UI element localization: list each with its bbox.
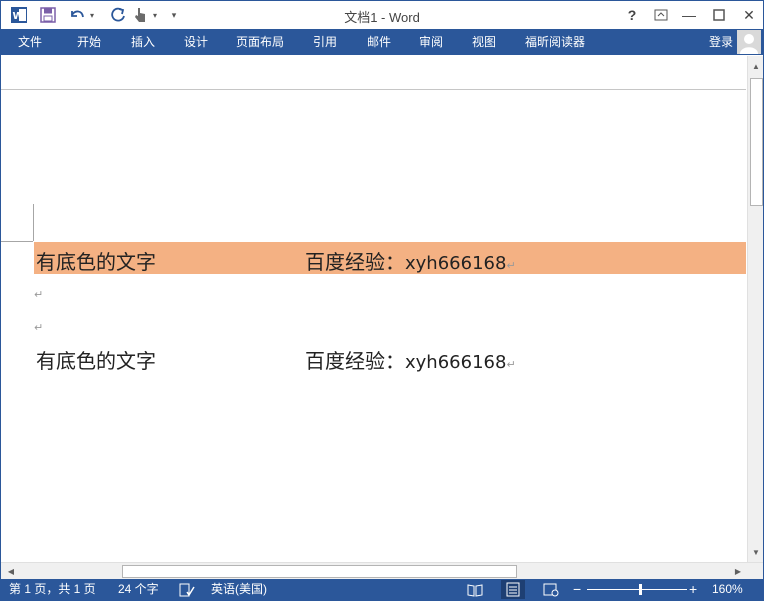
proofing-icon[interactable] bbox=[179, 583, 195, 597]
read-mode-icon[interactable] bbox=[467, 583, 483, 597]
zoom-level[interactable]: 160% bbox=[712, 579, 743, 600]
status-bar: 第 1 页，共 1 页 24 个字 英语(美国) − + 160% bbox=[1, 579, 763, 600]
sign-in-link[interactable]: 登录 bbox=[709, 29, 733, 55]
language-indicator[interactable]: 英语(美国) bbox=[211, 579, 267, 600]
tab-review[interactable]: 审阅 bbox=[419, 29, 443, 55]
tab-insert[interactable]: 插入 bbox=[131, 29, 155, 55]
shaded-text-value: xyh666168 bbox=[405, 253, 507, 274]
scroll-right-arrow-icon[interactable]: ▶ bbox=[730, 563, 746, 580]
zoom-slider-track[interactable] bbox=[587, 589, 687, 590]
shaded-text-left: 有底色的文字 bbox=[36, 250, 156, 274]
title-bar: W ▾ ▾ ▾ 文档1 - Word ? — ✕ bbox=[1, 1, 763, 29]
maximize-button[interactable] bbox=[706, 4, 732, 26]
ribbon-tab-bar: 文件 开始 插入 设计 页面布局 引用 邮件 审阅 视图 福昕阅读器 登录 bbox=[1, 29, 763, 55]
page-count[interactable]: 第 1 页，共 1 页 bbox=[9, 579, 96, 600]
plain-text-prefix: 百度经验： bbox=[305, 349, 405, 373]
horizontal-scroll-thumb[interactable] bbox=[122, 565, 517, 578]
minimize-button[interactable]: — bbox=[676, 4, 702, 26]
scroll-up-arrow-icon[interactable]: ▲ bbox=[748, 58, 763, 74]
scroll-left-arrow-icon[interactable]: ◀ bbox=[3, 563, 19, 580]
vertical-scroll-thumb[interactable] bbox=[750, 78, 763, 206]
zoom-in-button[interactable]: + bbox=[689, 579, 697, 600]
word-count[interactable]: 24 个字 bbox=[118, 579, 159, 600]
ribbon-body bbox=[1, 55, 746, 90]
tab-home[interactable]: 开始 bbox=[77, 29, 101, 55]
margin-marker-vertical bbox=[33, 204, 34, 241]
web-layout-icon[interactable] bbox=[543, 583, 559, 597]
empty-paragraph-mark: ↵ bbox=[34, 289, 44, 301]
plain-text-value: xyh666168 bbox=[405, 352, 507, 373]
close-button[interactable]: ✕ bbox=[736, 4, 762, 26]
tab-foxit-reader[interactable]: 福昕阅读器 bbox=[525, 29, 585, 55]
print-layout-icon[interactable] bbox=[501, 580, 525, 599]
plain-text-left: 有底色的文字 bbox=[36, 349, 156, 373]
avatar[interactable] bbox=[737, 30, 761, 54]
tab-design[interactable]: 设计 bbox=[184, 29, 208, 55]
help-button[interactable]: ? bbox=[619, 4, 645, 26]
tab-page-layout[interactable]: 页面布局 bbox=[236, 29, 284, 55]
shaded-paragraph[interactable]: 有底色的文字 百度经验：xyh666168↵ bbox=[34, 242, 746, 274]
margin-marker-horizontal bbox=[1, 241, 33, 242]
zoom-out-button[interactable]: − bbox=[573, 579, 581, 600]
tab-mailings[interactable]: 邮件 bbox=[367, 29, 391, 55]
scroll-down-arrow-icon[interactable]: ▼ bbox=[748, 544, 763, 560]
tab-references[interactable]: 引用 bbox=[313, 29, 337, 55]
plain-text-right: 百度经验：xyh666168↵ bbox=[305, 345, 516, 374]
word-window: W ▾ ▾ ▾ 文档1 - Word ? — ✕ 文件 开始 插入 设计 页面布… bbox=[0, 0, 764, 601]
shaded-text-right: 百度经验：xyh666168↵ bbox=[305, 246, 516, 275]
ribbon-display-options-button[interactable] bbox=[648, 4, 674, 26]
shaded-text-prefix: 百度经验： bbox=[305, 250, 405, 274]
paragraph-mark: ↵ bbox=[506, 259, 516, 272]
vertical-scrollbar[interactable]: ▲ ▼ bbox=[747, 56, 763, 562]
zoom-slider-thumb[interactable] bbox=[639, 584, 642, 595]
tab-file[interactable]: 文件 bbox=[1, 29, 59, 55]
empty-paragraph-mark: ↵ bbox=[34, 322, 44, 334]
horizontal-scrollbar[interactable]: ◀ ▶ bbox=[1, 562, 763, 580]
paragraph-mark: ↵ bbox=[506, 358, 516, 371]
document-canvas[interactable]: 有底色的文字 百度经验：xyh666168↵ ↵ ↵ 有底色的文字 百度经验：x… bbox=[1, 90, 746, 562]
tab-view[interactable]: 视图 bbox=[472, 29, 496, 55]
